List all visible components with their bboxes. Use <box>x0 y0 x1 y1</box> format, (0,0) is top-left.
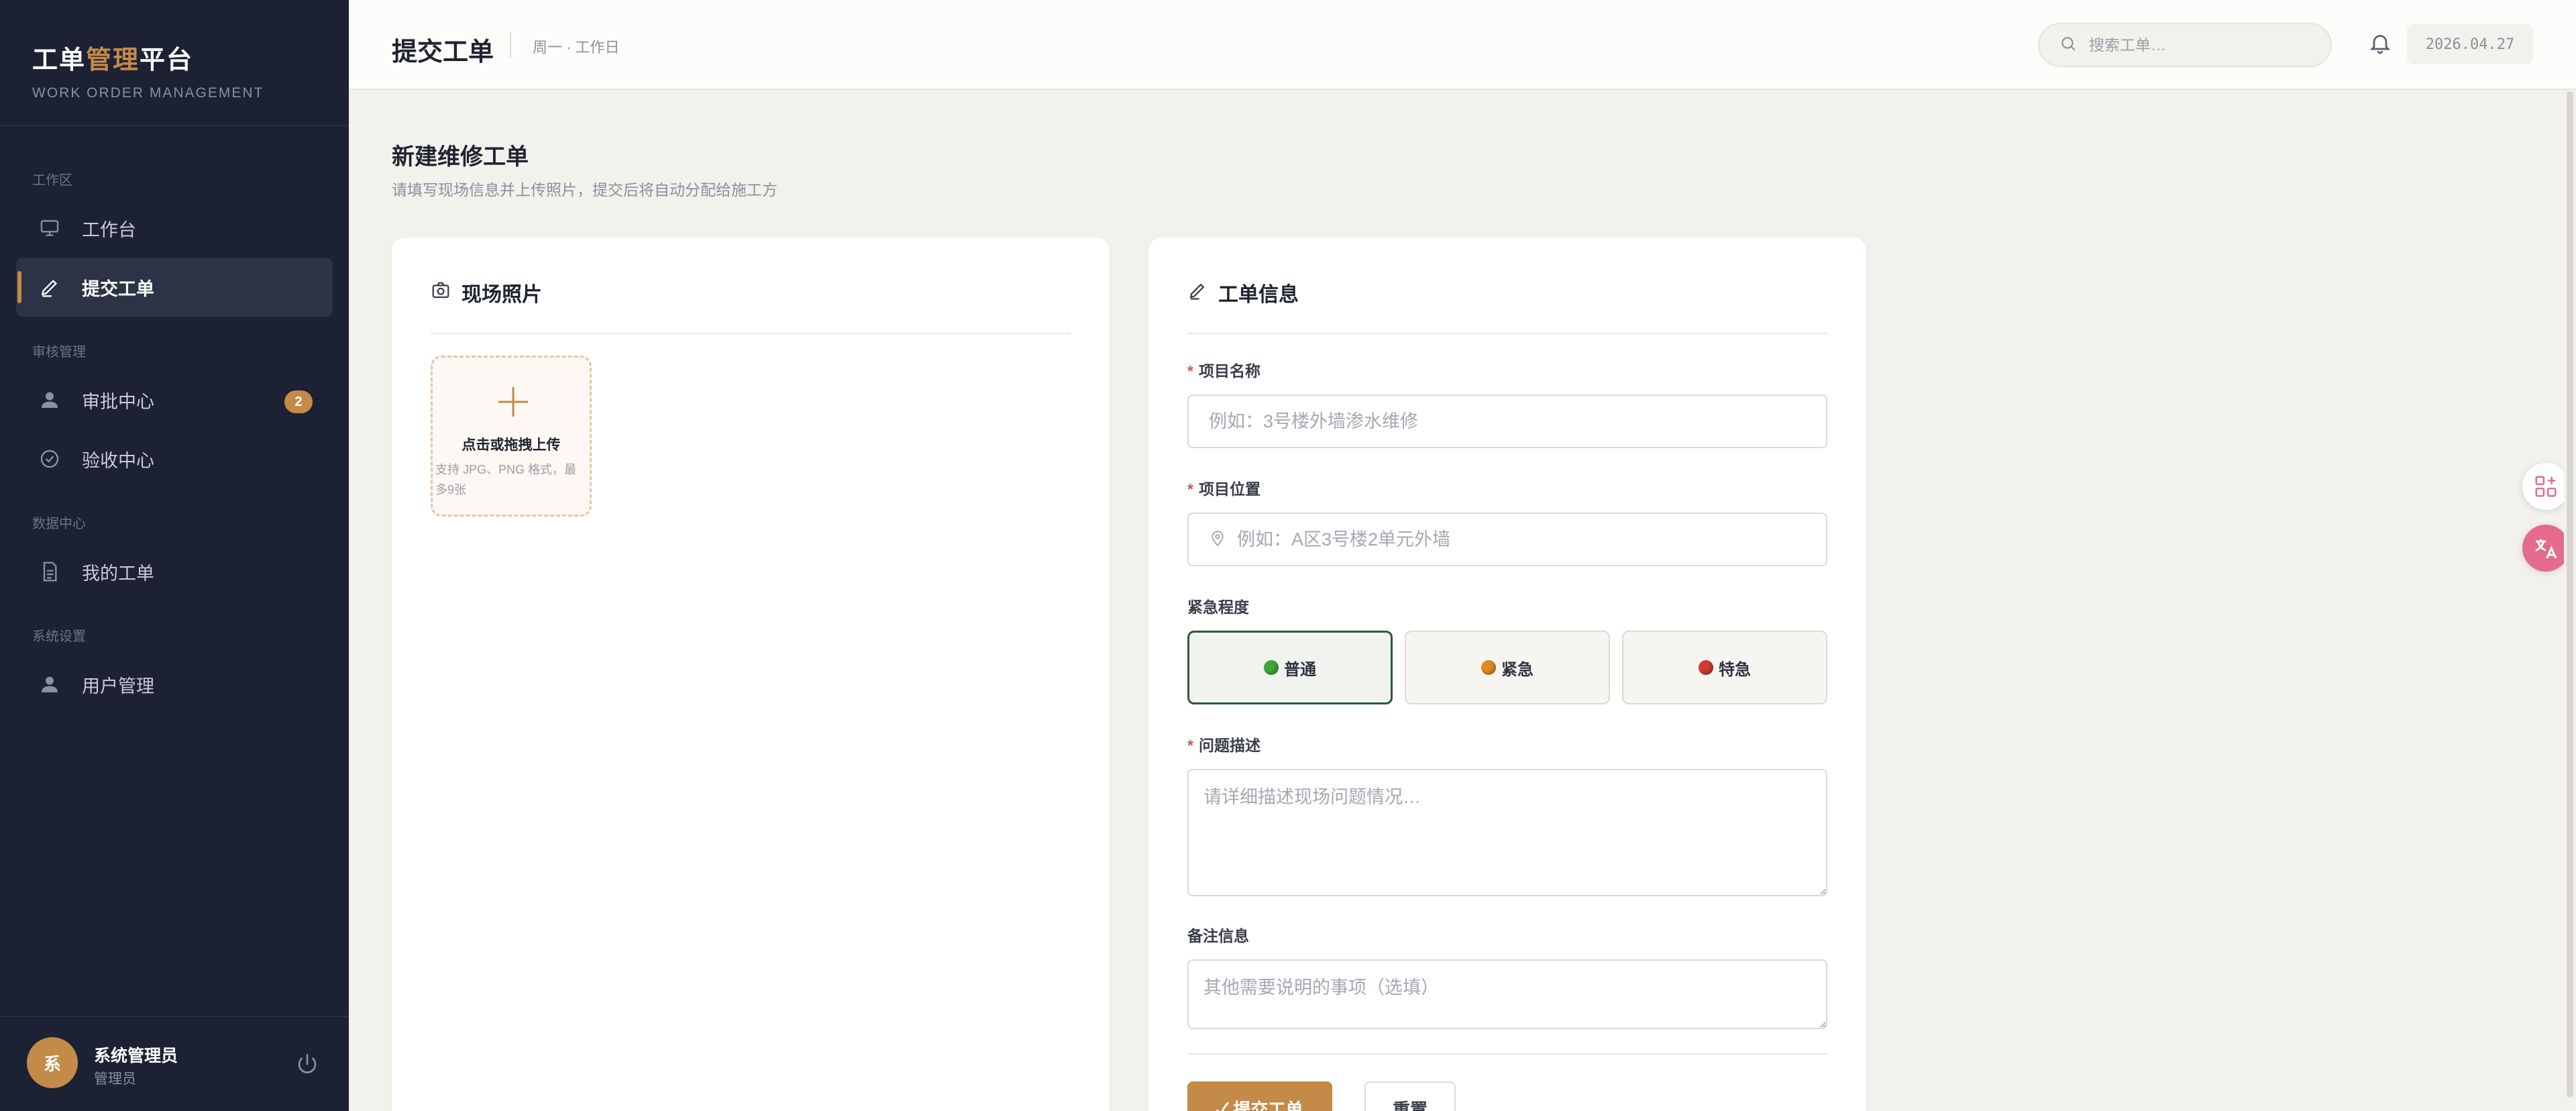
brand-title: 工单管理平台 <box>32 46 194 74</box>
photos-card-header: 现场照片 <box>431 278 1071 334</box>
green-dot-icon <box>1264 660 1279 675</box>
remarks-label: 备注信息 <box>1187 927 1249 945</box>
user-icon <box>38 672 62 696</box>
translate-icon[interactable] <box>2522 525 2569 572</box>
avatar[interactable]: 系 <box>27 1037 78 1088</box>
page-title: 新建维修工单 <box>392 144 529 170</box>
submit-order-button[interactable]: ✓ 提交工单 <box>1187 1081 1332 1111</box>
project-location-input[interactable] <box>1237 529 1814 550</box>
nav-section-review: 审核管理 <box>32 345 86 360</box>
brand-subtitle: WORK ORDER MANAGEMENT <box>32 85 264 101</box>
nav-section-workspace: 工作区 <box>32 173 72 188</box>
page-subtitle: 请填写现场信息并上传照片，提交后将自动分配给施工方 <box>392 181 777 199</box>
orange-dot-icon <box>1481 660 1496 675</box>
urgency-option-label: 紧急 <box>1501 660 1534 679</box>
brand: 工单管理平台 WORK ORDER MANAGEMENT <box>32 39 264 101</box>
approval-count-badge: 2 <box>284 390 313 413</box>
sidebar-item-submit-order[interactable]: 提交工单 <box>16 258 333 317</box>
sidebar-item-label: 我的工单 <box>82 563 154 584</box>
sidebar-item-users[interactable]: 用户管理 <box>16 655 333 714</box>
urgency-option-critical[interactable]: 特急 <box>1622 631 1827 704</box>
project-name-input[interactable] <box>1187 394 1827 448</box>
urgency-option-urgent[interactable]: 紧急 <box>1405 631 1610 704</box>
urgency-option-label: 特急 <box>1719 660 1751 679</box>
date-display: 2026.04.27 <box>2407 24 2533 64</box>
top-header: 提交工单 周一 · 工作日 2026.04.27 <box>349 0 2576 90</box>
order-info-card-header: 工单信息 <box>1187 278 1827 334</box>
monitor-icon <box>38 216 62 240</box>
apps-add-icon[interactable] <box>2522 463 2569 510</box>
nav-section-data: 数据中心 <box>32 517 86 531</box>
location-pin-icon <box>1209 529 1226 550</box>
divider <box>0 125 349 126</box>
divider <box>1187 1053 1827 1055</box>
plus-icon <box>496 384 531 419</box>
red-dot-icon <box>1699 660 1713 675</box>
user-name: 系统管理员 <box>94 1047 178 1065</box>
upload-hint: 支持 JPG、PNG 格式，最多9张 <box>435 463 577 496</box>
pen-icon <box>38 275 62 299</box>
search-icon <box>2059 35 2077 56</box>
user-role: 管理员 <box>94 1071 136 1087</box>
sidebar-item-label: 用户管理 <box>82 676 154 696</box>
sidebar-item-label: 提交工单 <box>82 278 154 299</box>
header-divider <box>510 32 511 58</box>
required-mark: * <box>1187 362 1193 380</box>
order-info-card-title: 工单信息 <box>1218 283 1299 307</box>
search-box[interactable] <box>2038 23 2332 67</box>
sidebar-item-approval[interactable]: 审批中心 2 <box>16 370 333 429</box>
header-subtitle: 周一 · 工作日 <box>533 39 620 56</box>
scrollbar-thumb[interactable] <box>2567 91 2573 1098</box>
photos-card-title: 现场照片 <box>462 283 542 307</box>
remarks-textarea[interactable] <box>1187 959 1827 1029</box>
user-panel: 系 系统管理员 管理员 <box>0 1016 349 1111</box>
project-location-label: * 项目位置 <box>1187 480 1260 498</box>
photo-upload-dropzone[interactable]: 点击或拖拽上传 支持 JPG、PNG 格式，最多9张 <box>431 356 592 517</box>
project-location-field[interactable] <box>1187 513 1827 566</box>
urgency-option-normal[interactable]: 普通 <box>1187 631 1393 704</box>
search-input[interactable] <box>2089 36 2317 54</box>
urgency-option-label: 普通 <box>1284 660 1316 679</box>
order-info-card: 工单信息 *项目名称 *项目位置 紧急程度 普通 紧急 特急 *问题描述 备注信… <box>1148 237 1866 1111</box>
check-circle-icon <box>38 447 62 471</box>
document-icon <box>38 560 62 584</box>
user-icon <box>38 388 62 412</box>
header-title: 提交工单 <box>392 36 494 66</box>
required-mark: * <box>1187 737 1193 754</box>
sidebar-item-label: 验收中心 <box>82 450 154 471</box>
edit-icon <box>1187 280 1208 301</box>
camera-icon <box>431 280 451 301</box>
photos-card: 现场照片 点击或拖拽上传 支持 JPG、PNG 格式，最多9张 <box>392 237 1110 1111</box>
project-name-label: * 项目名称 <box>1187 362 1260 380</box>
logout-power-icon[interactable] <box>295 1052 319 1076</box>
sidebar-item-my-orders[interactable]: 我的工单 <box>16 542 333 601</box>
upload-label: 点击或拖拽上传 <box>462 437 561 453</box>
sidebar-item-label: 工作台 <box>82 219 136 240</box>
required-mark: * <box>1187 480 1193 498</box>
nav-section-settings: 系统设置 <box>32 629 86 644</box>
sidebar-item-acceptance[interactable]: 验收中心 <box>16 429 333 488</box>
description-textarea[interactable] <box>1187 769 1827 896</box>
bell-icon[interactable] <box>2368 31 2395 58</box>
urgency-label: 紧急程度 <box>1187 598 1249 616</box>
reset-button[interactable]: 重置 <box>1364 1081 1456 1111</box>
sidebar-item-dashboard[interactable]: 工作台 <box>16 199 333 258</box>
description-label: * 问题描述 <box>1187 737 1260 754</box>
sidebar-item-label: 审批中心 <box>82 391 154 412</box>
sidebar: 工单管理平台 WORK ORDER MANAGEMENT 工作区 工作台 提交工… <box>0 0 349 1111</box>
